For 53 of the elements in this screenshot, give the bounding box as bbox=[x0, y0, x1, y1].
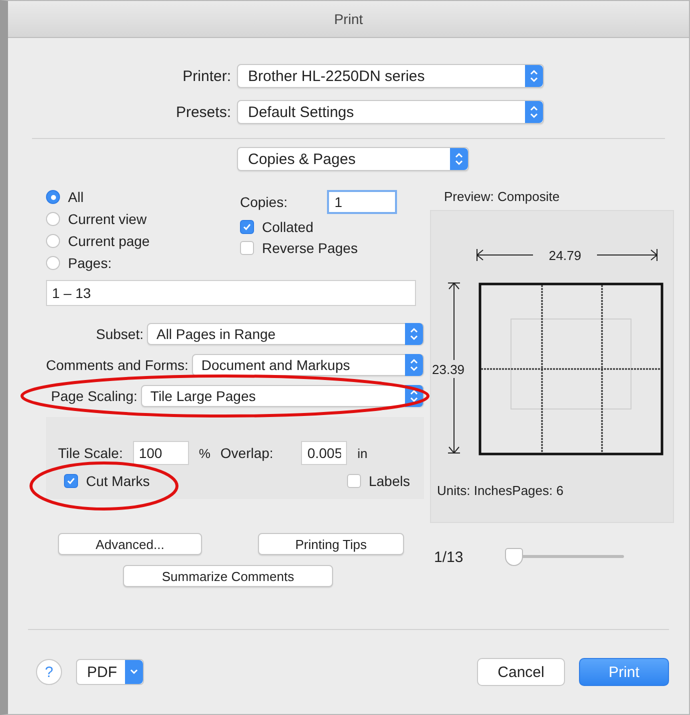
option-label: Current page bbox=[68, 233, 150, 249]
copies-field[interactable]: 1 bbox=[327, 190, 398, 214]
section-popup[interactable]: Copies & Pages bbox=[237, 147, 469, 171]
field-label: Subset: bbox=[96, 326, 144, 342]
push-button[interactable]: Summarize Comments bbox=[123, 565, 333, 587]
popup-menu[interactable]: All Pages in Range bbox=[147, 323, 424, 345]
field-label: Tile Scale: bbox=[58, 445, 123, 461]
radio-button[interactable] bbox=[46, 212, 60, 226]
slider-thumb[interactable] bbox=[505, 548, 524, 566]
pages-field[interactable]: 1 – 13 bbox=[46, 280, 416, 306]
height-value: 23.39 bbox=[432, 362, 465, 377]
field-label: Page Scaling: bbox=[51, 388, 138, 404]
stepper-icon bbox=[525, 101, 543, 123]
option-label: Pages: bbox=[68, 255, 112, 271]
cancel-button[interactable]: Cancel bbox=[477, 658, 565, 686]
option-label: All bbox=[68, 189, 84, 205]
checkbox[interactable] bbox=[240, 220, 254, 234]
width-value: 24.79 bbox=[548, 248, 582, 263]
radio-button[interactable] bbox=[46, 234, 60, 248]
push-button[interactable]: Printing Tips bbox=[258, 533, 404, 555]
option-label: Collated bbox=[262, 219, 314, 235]
pdf-menu-button[interactable]: PDF bbox=[76, 659, 144, 685]
caret-icon bbox=[125, 660, 143, 684]
push-button[interactable]: Advanced... bbox=[58, 533, 202, 555]
radio-button[interactable] bbox=[46, 190, 60, 204]
stepper-icon bbox=[450, 148, 468, 170]
field-label: Presets: bbox=[174, 104, 231, 120]
field-label: Printer: bbox=[182, 68, 231, 84]
copies-label: Copies: bbox=[240, 194, 288, 210]
option-label: Labels bbox=[368, 473, 410, 489]
popup-menu[interactable]: Brother HL-2250DN series bbox=[237, 64, 544, 88]
tile-scale-field[interactable]: 100 bbox=[132, 441, 189, 465]
stepper-icon bbox=[405, 323, 423, 345]
preview-title: Preview: Composite bbox=[444, 189, 561, 204]
popup-menu[interactable]: Document and Markups bbox=[192, 354, 424, 376]
unit-label: % bbox=[198, 446, 210, 460]
field-label: Overlap: bbox=[220, 445, 274, 461]
stepper-icon bbox=[525, 65, 543, 87]
stepper-icon bbox=[405, 354, 423, 376]
units-label: Units: InchesPages: 6 bbox=[437, 483, 564, 498]
unit-label: in bbox=[357, 446, 368, 460]
option-label: Cut Marks bbox=[86, 473, 150, 489]
popup-menu[interactable]: Default Settings bbox=[237, 100, 544, 124]
field-label: Comments and Forms: bbox=[46, 357, 188, 373]
checkbox[interactable] bbox=[64, 474, 78, 488]
option-label: Current view bbox=[68, 211, 147, 227]
checkbox[interactable] bbox=[346, 474, 361, 488]
checkbox[interactable] bbox=[240, 241, 254, 255]
option-label: Reverse Pages bbox=[262, 240, 358, 256]
popup-menu[interactable]: Tile Large Pages bbox=[141, 385, 424, 407]
page-counter: 1/13 bbox=[434, 548, 464, 566]
window-title: Print bbox=[334, 11, 363, 27]
radio-button[interactable] bbox=[46, 256, 60, 270]
